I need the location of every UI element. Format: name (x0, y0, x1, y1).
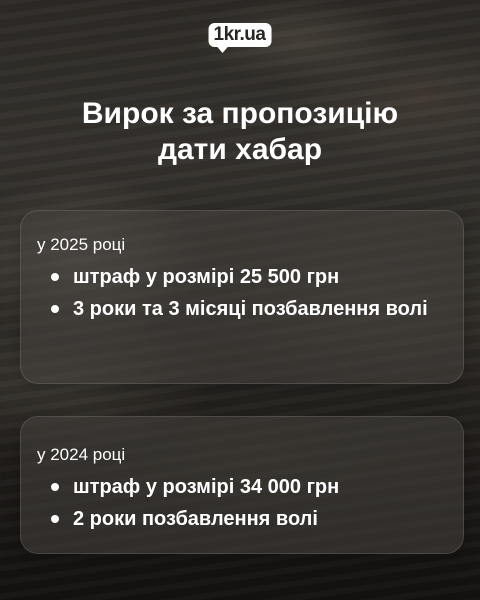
title-line-2: дати хабар (157, 133, 323, 166)
list-item-text: 2 роки позбавлення волі (73, 508, 318, 530)
sentence-list: штраф у розмірі 25 500 грн 3 роки та 3 м… (35, 261, 453, 325)
sentence-list: штраф у розмірі 34 000 грн 2 роки позбав… (35, 471, 453, 535)
list-item-text: 3 роки та 3 місяці позбавлення волі (73, 298, 428, 320)
title-line-1: Вирок за пропозицію (81, 97, 399, 130)
infographic-canvas: 1kr.ua Вирок за пропозицію дати хабар у … (0, 0, 480, 600)
logo-speech-bubble: 1kr.ua (208, 23, 272, 53)
bullet-icon (51, 305, 59, 313)
sentence-card-2024: у 2024 році штраф у розмірі 34 000 грн 2… (20, 416, 464, 554)
list-item: штраф у розмірі 34 000 грн (35, 471, 453, 503)
list-item: штраф у розмірі 25 500 грн (35, 261, 453, 293)
list-item-text: штраф у розмірі 25 500 грн (73, 266, 340, 288)
list-item-text: штраф у розмірі 34 000 грн (73, 476, 340, 498)
card-year-label: у 2025 році (37, 235, 126, 254)
list-item: 2 роки позбавлення волі (35, 503, 453, 535)
list-item: 3 роки та 3 місяці позбавлення волі (35, 293, 453, 325)
page-title: Вирок за пропозицію дати хабар (0, 96, 480, 168)
bullet-icon (51, 273, 59, 281)
bullet-icon (51, 515, 59, 523)
sentence-card-2025: у 2025 році штраф у розмірі 25 500 грн 3… (20, 210, 464, 384)
site-logo[interactable]: 1kr.ua (208, 22, 272, 53)
bullet-icon (51, 483, 59, 491)
logo-text: 1kr.ua (213, 24, 266, 45)
card-year-label: у 2024 році (37, 445, 126, 464)
